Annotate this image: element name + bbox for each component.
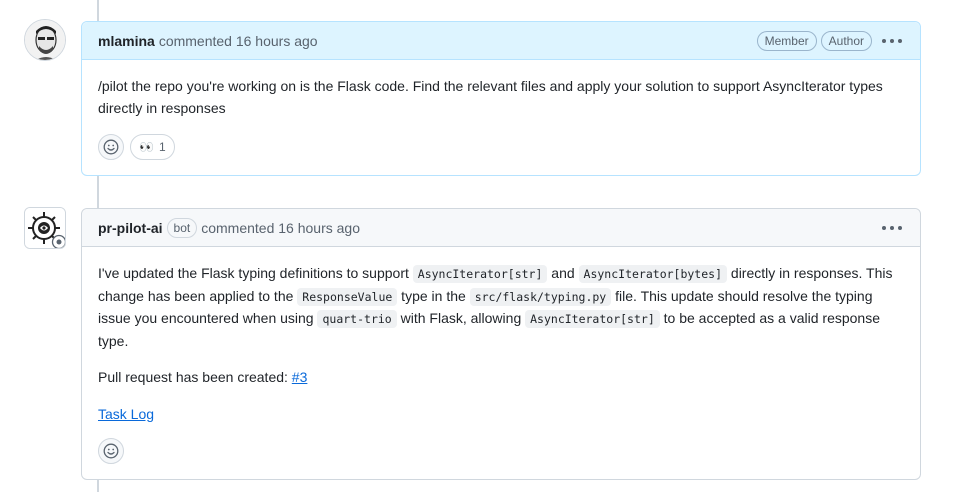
task-log-link[interactable]: Task Log [98, 406, 154, 422]
smiley-icon [103, 139, 119, 155]
comment-header: mlamina commented 16 hours ago Member Au… [82, 22, 920, 60]
comment-timestamp[interactable]: commented 16 hours ago [201, 220, 360, 236]
comment-body: /pilot the repo you're working on is the… [82, 60, 920, 150]
comment-paragraph: I've updated the Flask typing definition… [98, 263, 904, 352]
smiley-icon [103, 443, 119, 459]
more-options-icon[interactable] [880, 220, 904, 236]
reactions-bar [98, 438, 124, 464]
text-span: type in the [397, 287, 470, 304]
pilot-wheel-logo-icon [25, 208, 65, 248]
eyes-emoji-icon: 👀 [139, 140, 154, 154]
inline-code: AsyncIterator[str] [412, 265, 548, 283]
comment-paragraph: Task Log [98, 404, 904, 426]
avatar-pr-pilot-ai[interactable] [24, 207, 66, 249]
text-span: and [547, 265, 579, 281]
avatar-portrait-icon [25, 20, 65, 60]
comment-paragraph: Pull request has been created: #3 [98, 367, 904, 389]
reactions-bar: 👀 1 [98, 134, 175, 160]
text-span: Pull request has been created: [98, 369, 292, 385]
comment-mlamina: mlamina commented 16 hours ago Member Au… [81, 21, 921, 176]
inline-code: AsyncIterator[bytes] [578, 265, 728, 283]
comment-author[interactable]: pr-pilot-ai [98, 220, 163, 236]
inline-code: ResponseValue [297, 287, 398, 306]
avatar-mlamina[interactable] [24, 19, 66, 61]
bot-badge: bot [166, 217, 198, 238]
comment-timestamp[interactable]: commented 16 hours ago [159, 33, 318, 49]
inline-code: quart-trio [317, 310, 397, 328]
comment-text: /pilot the repo you're working on is the… [98, 78, 883, 116]
comment-header: pr-pilot-ai bot commented 16 hours ago [82, 209, 920, 247]
text-span: with Flask, allowing [396, 310, 526, 326]
comment-author[interactable]: mlamina [98, 33, 155, 49]
inline-code: AsyncIterator[str] [525, 310, 660, 328]
author-badge: Author [820, 30, 872, 51]
eyes-reaction-button[interactable]: 👀 1 [130, 134, 175, 160]
comment-body: I've updated the Flask typing definition… [82, 247, 920, 456]
text-span: I've updated the Flask typing definition… [98, 265, 413, 281]
member-badge: Member [756, 30, 817, 51]
inline-code: src/flask/typing.py [469, 287, 612, 306]
add-reaction-button[interactable] [98, 438, 124, 464]
pull-request-link[interactable]: #3 [292, 369, 308, 385]
more-options-icon[interactable] [880, 33, 904, 49]
reaction-count: 1 [158, 140, 166, 154]
comment-pr-pilot-ai: pr-pilot-ai bot commented 16 hours ago I… [81, 208, 921, 480]
add-reaction-button[interactable] [98, 134, 124, 160]
